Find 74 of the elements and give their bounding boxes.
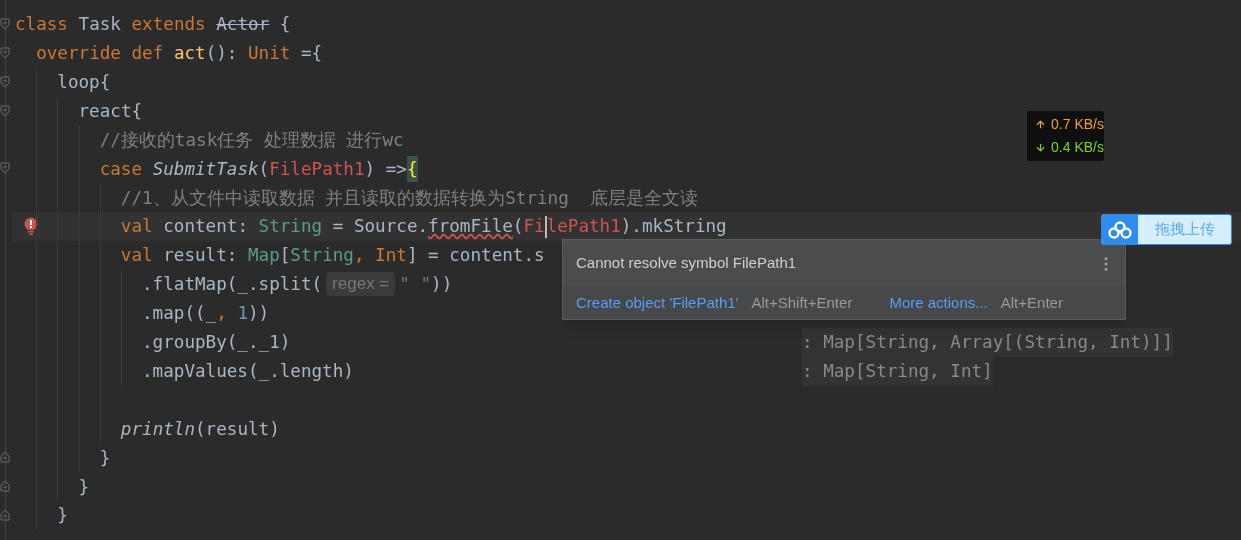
download-speed: 0.4 KB/s [1051,138,1104,157]
fold-icon[interactable] [0,46,10,59]
quick-fix-link[interactable]: More actions... [889,291,988,315]
keyword: override def [36,42,165,66]
shortcut-hint: Alt+Enter [1000,292,1063,313]
download-arrow-icon [1035,141,1047,154]
identifier: SubmitTask [152,157,259,181]
code-text: } [78,475,90,499]
type-hint: : Map[String, Array[(String, Int)]] [802,327,1173,357]
keyword: extends [131,13,207,37]
error-message: Cannot resolve symbol FilePath1 [576,253,797,274]
code-text: loop{ [57,71,111,95]
code-text: )) [431,273,453,297]
code-text: } [99,446,111,470]
code-text: .map((_ [142,302,217,326]
identifier: println [120,417,195,441]
upload-button[interactable]: 拖拽上传 [1101,214,1232,245]
fold-icon[interactable] [0,509,10,522]
code-text: [ [279,244,291,268]
keyword: case [99,157,144,181]
code-text: react{ [78,99,143,123]
code-text: ) => [364,157,407,181]
error-bulb-icon[interactable] [24,217,38,236]
code-text: { [278,13,291,37]
unresolved-symbol: Fi [523,215,545,239]
cloud-icon [1108,220,1132,239]
code-text: ={ [301,42,323,66]
deprecated-class: Actor [216,13,270,37]
type-hint: : Map[String, Int] [802,356,993,386]
comment: //1、从文件中读取数据 并且读取的数据转换为String 底层是全文读 [120,186,698,210]
code-text: } [57,504,68,528]
keyword: , Int [353,244,407,268]
fold-icon[interactable] [0,104,10,117]
keyword: class [15,13,69,37]
code-text: ).mkString [620,215,727,239]
code-text: )) [247,302,270,326]
code-text: .mapValues(_.length) [142,359,354,383]
code-text: ] = content.s [406,244,545,268]
function-name: act [173,42,206,66]
upload-speed: 0.7 KB/s [1051,115,1104,134]
type-name: String [290,244,354,268]
code-text: result: [163,244,239,268]
number: 1 [237,302,248,326]
keyword: , [216,302,228,326]
comment: //接收的task任务 处理数据 进行wc [99,128,404,152]
fold-icon[interactable] [0,18,10,30]
unresolved-symbol: FilePath1 [269,157,365,181]
code-text: (result) [195,417,280,441]
keyword: val [120,244,154,268]
method-name: fromFile [428,215,513,239]
keyword: Unit [248,42,292,66]
text-caret [544,215,547,238]
code-text: ( [258,157,270,181]
upload-arrow-icon [1035,118,1047,131]
code-text: (): [205,42,239,66]
parameter-hint: regex = [326,272,396,297]
string-literal: " " [399,273,432,297]
type-name: String [258,215,323,239]
fold-icon[interactable] [0,162,10,175]
code-text: Task [78,13,122,37]
keyword: val [120,215,154,239]
code-text: .flatMap(_.split( [142,273,323,297]
matched-brace: { [406,155,418,183]
code-text: = Source. [331,215,429,239]
shortcut-hint: Alt+Shift+Enter [751,292,853,313]
type-name: Map [248,244,280,268]
fold-icon[interactable] [0,75,10,88]
unresolved-symbol: lePath1 [546,215,621,239]
code-text: .groupBy(_._1) [142,331,291,355]
code-text: ( [512,215,524,239]
code-text: content: [163,215,249,239]
fold-icon[interactable] [0,451,10,464]
quick-fix-link[interactable]: Create object 'FilePath1' [576,291,739,315]
fold-icon[interactable] [0,480,10,493]
